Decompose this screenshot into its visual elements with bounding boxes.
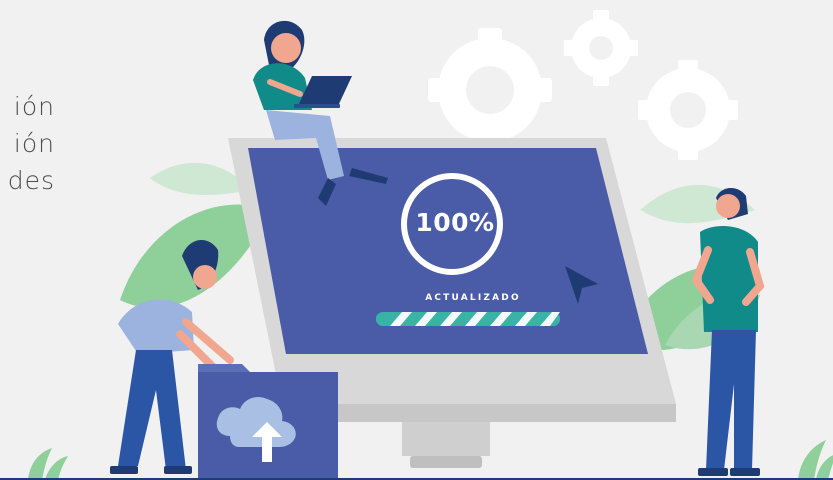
progress-bar (376, 312, 560, 326)
grass-right (798, 440, 833, 480)
gear-icon (564, 10, 638, 86)
gear-icon (428, 28, 552, 152)
page: ión ión des 100% ACTUALIZADO (0, 0, 833, 480)
folder (198, 364, 338, 480)
person-right-standing (691, 187, 765, 476)
gear-icon (638, 60, 738, 160)
update-status-label: ACTUALIZADO (425, 293, 521, 303)
progress-percent-label: 100% (415, 208, 495, 237)
grass-left (28, 448, 68, 480)
update-illustration (0, 10, 833, 480)
